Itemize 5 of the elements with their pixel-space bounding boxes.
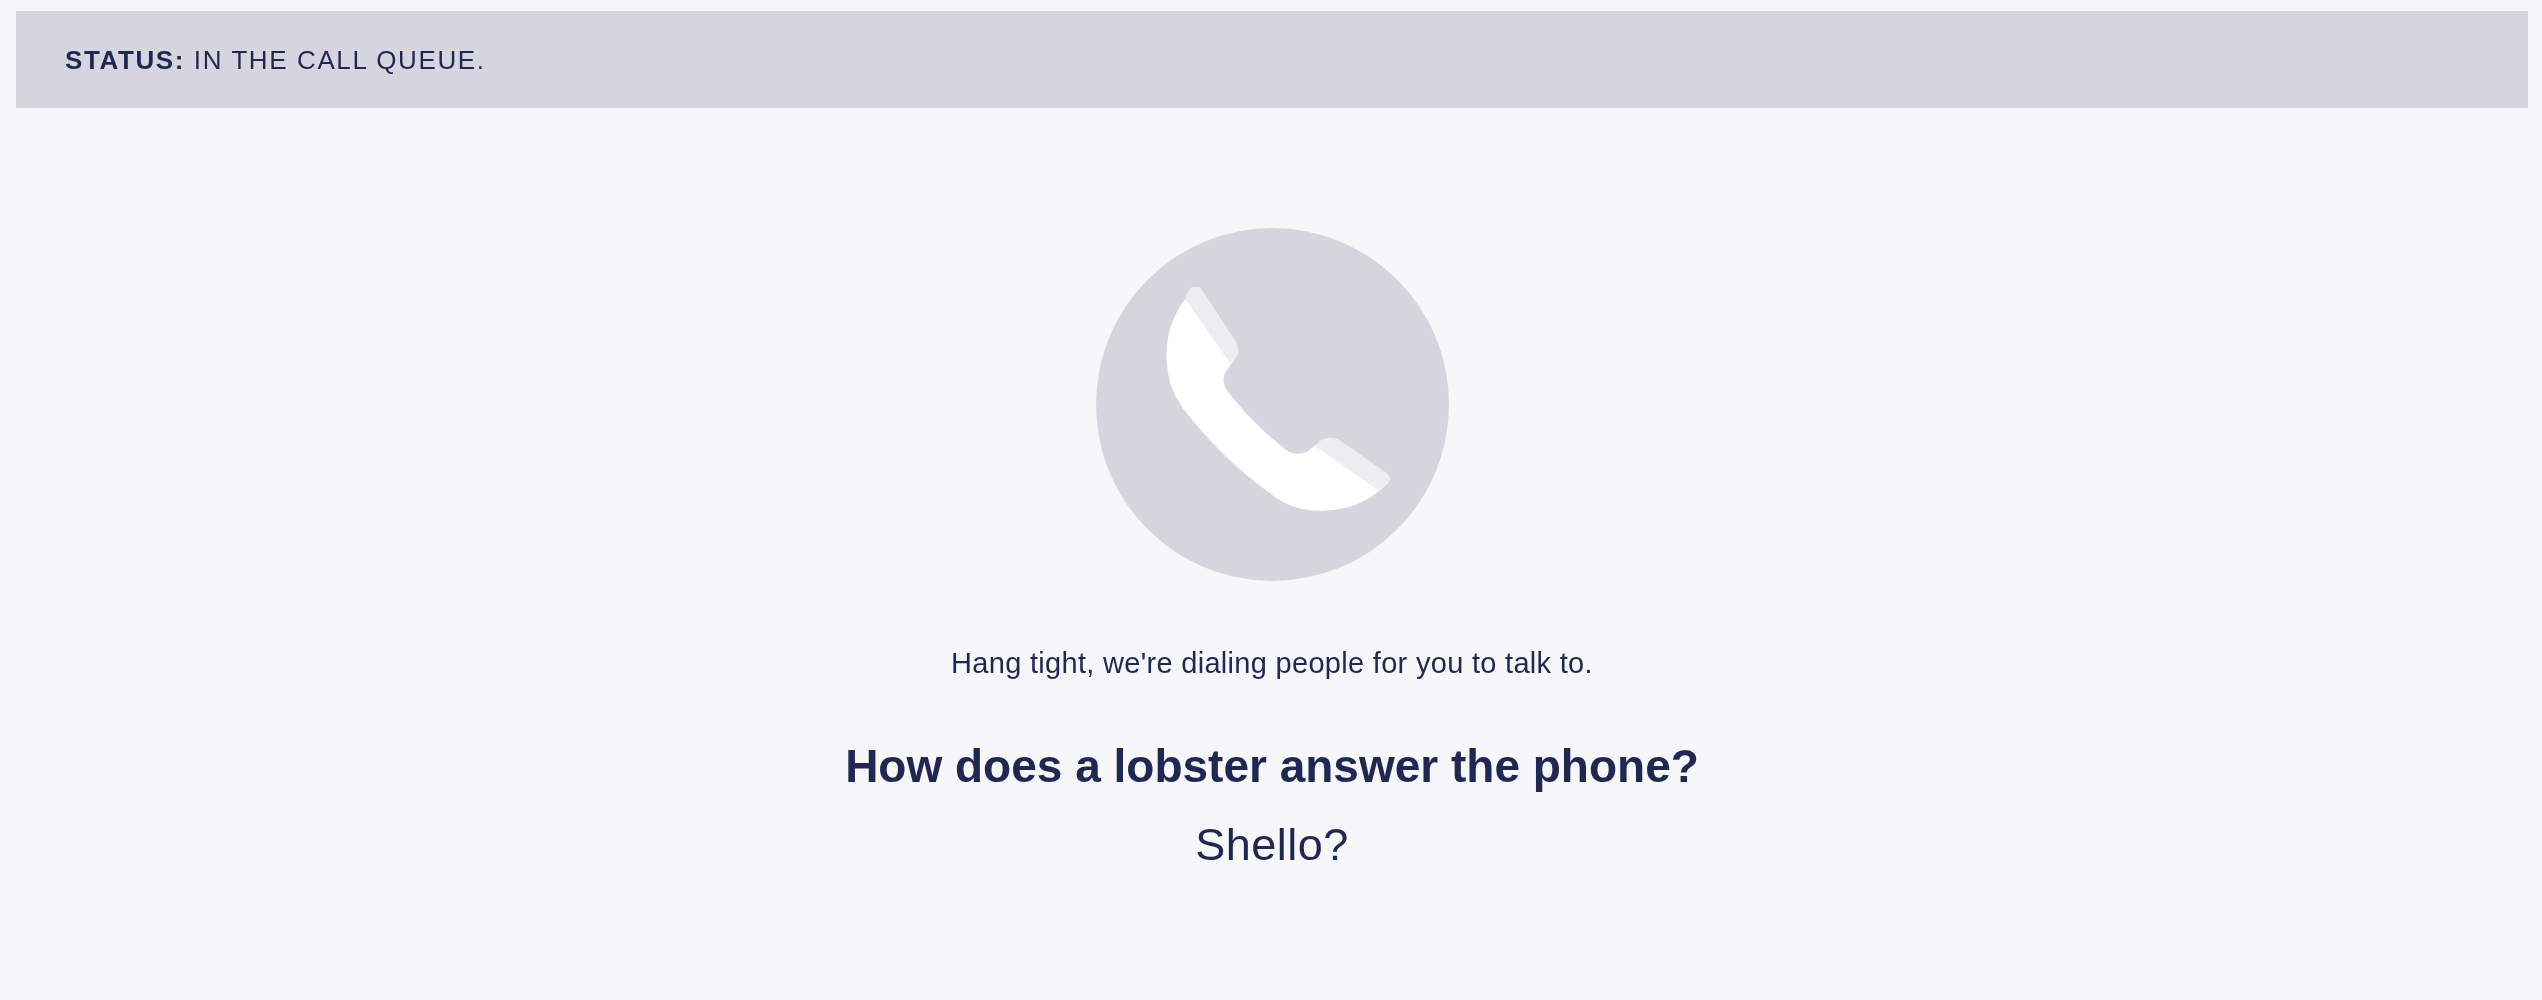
phone-icon [1095,228,1449,581]
status-text: STATUS: IN THE CALL QUEUE. [65,46,486,73]
joke-answer: Shello? [1195,818,1349,872]
joke-question: How does a lobster answer the phone? [845,738,1699,794]
queue-message: Hang tight, we're dialing people for you to talk to. [951,646,1593,681]
